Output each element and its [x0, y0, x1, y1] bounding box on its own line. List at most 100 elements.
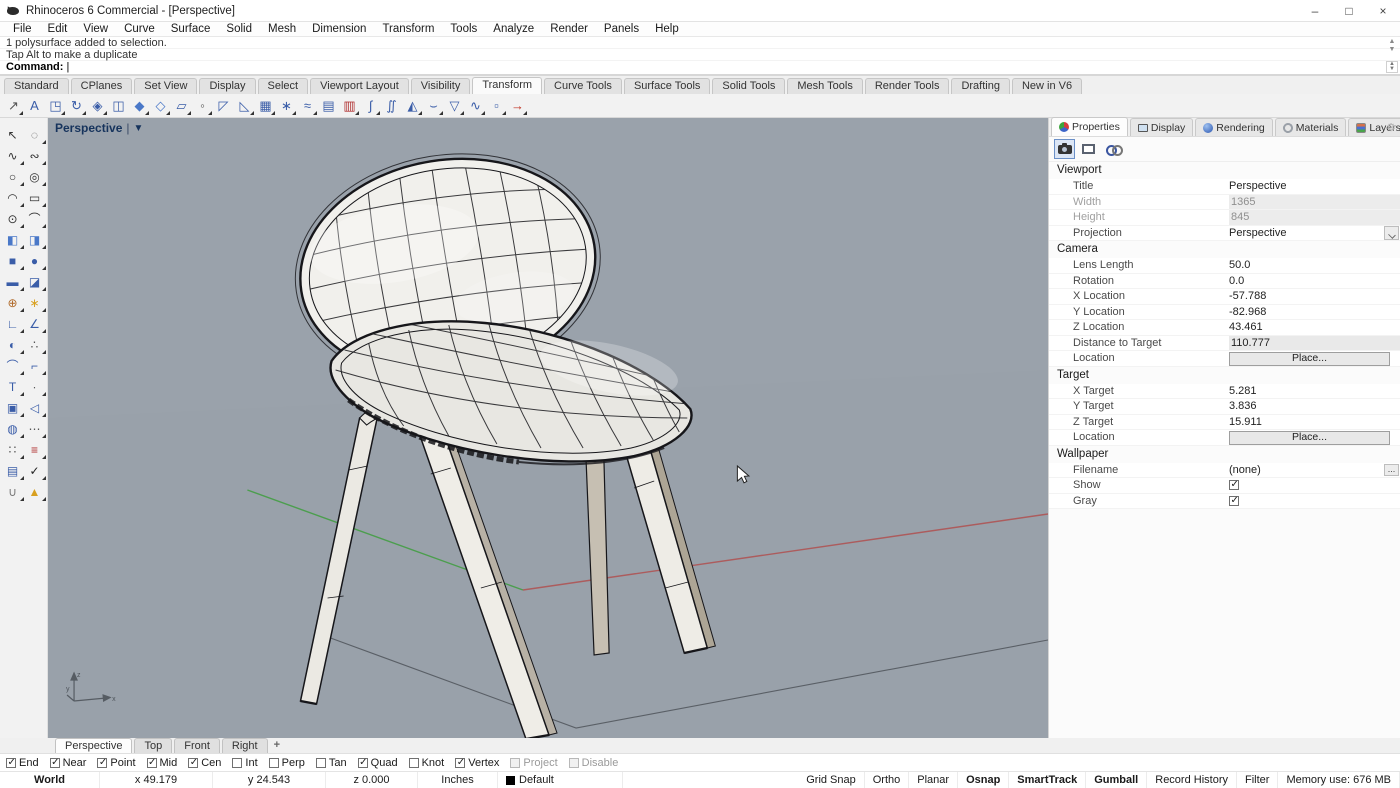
minimize-button[interactable]: – [1298, 0, 1332, 21]
mirror-icon[interactable]: ◫ [108, 95, 129, 116]
osnap-checkbox[interactable] [50, 758, 60, 768]
menu-item[interactable]: Curve [117, 23, 162, 35]
toolbar-tab[interactable]: Visibility [411, 78, 471, 94]
twist-icon[interactable]: ◭ [402, 95, 423, 116]
osnap-checkbox[interactable] [569, 758, 579, 768]
property-row[interactable]: Y Target 3.836 [1049, 399, 1400, 415]
property-value[interactable]: (none) [1229, 464, 1382, 476]
soft-move-icon[interactable]: A [24, 95, 45, 116]
property-row[interactable]: Distance to Target 110.777 [1049, 336, 1400, 352]
scroll-up-icon[interactable]: ▲ [1389, 38, 1396, 46]
status-segment[interactable]: Grid Snap [798, 772, 865, 788]
browse-button[interactable]: ... [1384, 464, 1399, 476]
project-object-icon[interactable]: → [507, 95, 528, 116]
property-value[interactable]: Perspective [1229, 180, 1382, 192]
property-row[interactable]: X Location -57.788 [1049, 289, 1400, 305]
sphere-icon[interactable]: ● [24, 250, 46, 271]
osnap-toggle[interactable]: Point [97, 757, 135, 769]
select-icon[interactable]: ↖ [2, 124, 24, 145]
osnap-checkbox[interactable] [455, 758, 465, 768]
shear-icon[interactable]: ▱ [171, 95, 192, 116]
property-row[interactable]: Y Location -82.968 [1049, 305, 1400, 321]
scroll-down-icon[interactable]: ▼ [1389, 46, 1396, 54]
status-segment[interactable]: Default [498, 772, 623, 788]
property-row[interactable]: Width 1365 [1049, 195, 1400, 211]
toolbar-tab[interactable]: Render Tools [865, 78, 950, 94]
property-value[interactable]: -82.968 [1229, 306, 1382, 318]
osnap-checkbox[interactable] [188, 758, 198, 768]
flow-surface-icon[interactable]: ∬ [381, 95, 402, 116]
property-row[interactable]: Z Location 43.461 [1049, 320, 1400, 336]
array-curve-icon[interactable]: ≈ [297, 95, 318, 116]
osnap-toggle[interactable]: Disable [569, 757, 619, 769]
taper-icon[interactable]: ▽ [444, 95, 465, 116]
scale-icon[interactable]: ◆ [129, 95, 150, 116]
property-row[interactable]: Location Place... Place... [1049, 430, 1400, 446]
viewport-menu-icon[interactable]: ▼ [134, 123, 144, 134]
orient-object-icon[interactable]: ◁ [24, 397, 46, 418]
flow-icon[interactable]: ∫ [360, 95, 381, 116]
panel-tab[interactable]: Display [1130, 118, 1193, 136]
pan-views-icon[interactable]: + [274, 738, 280, 753]
menu-item[interactable]: Analyze [486, 23, 541, 35]
property-row[interactable]: Show [1049, 478, 1400, 494]
group-icon[interactable]: ▣ [2, 397, 24, 418]
property-row[interactable]: Height 845 [1049, 210, 1400, 226]
deform-box-icon[interactable]: ◪ [24, 271, 46, 292]
notebook-icon[interactable]: ▤ [2, 460, 24, 481]
property-value[interactable]: 1365 [1229, 195, 1400, 210]
panel-tab[interactable]: Rendering [1195, 118, 1272, 136]
fillet-edge-icon[interactable]: ∟ [2, 313, 24, 334]
osnap-checkbox[interactable] [358, 758, 368, 768]
command-prompt[interactable]: Command: | [0, 61, 1400, 74]
viewport-tab[interactable]: Perspective [55, 738, 132, 753]
property-row[interactable]: X Target 5.281 [1049, 384, 1400, 400]
viewport-tab[interactable]: Front [174, 738, 220, 753]
property-value[interactable]: 110.777 [1229, 336, 1400, 351]
checkbox[interactable] [1229, 496, 1239, 506]
osnap-checkbox[interactable] [510, 758, 520, 768]
viewport-tab[interactable]: Top [134, 738, 172, 753]
cage-edit-icon[interactable]: ▫ [486, 95, 507, 116]
rectangle-icon[interactable]: ▭ [24, 187, 46, 208]
linear-array-icon[interactable]: ▥ [339, 95, 360, 116]
property-value[interactable]: 43.461 [1229, 321, 1382, 333]
status-segment[interactable]: Memory use: 676 MB [1278, 772, 1400, 788]
menu-item[interactable]: Edit [41, 23, 75, 35]
osnap-toggle[interactable]: Mid [147, 757, 178, 769]
osnap-toggle[interactable]: Int [232, 757, 257, 769]
place-button[interactable]: Place... [1229, 431, 1390, 445]
menu-item[interactable]: Tools [443, 23, 484, 35]
toolbar-tab[interactable]: Display [199, 78, 255, 94]
status-segment[interactable]: Record History [1147, 772, 1237, 788]
property-row[interactable]: Z Target 15.911 [1049, 415, 1400, 431]
menu-item[interactable]: Transform [375, 23, 441, 35]
menu-item[interactable]: Panels [597, 23, 646, 35]
status-segment[interactable]: x 49.179 [100, 772, 213, 788]
move-icon[interactable]: ↗ [3, 95, 24, 116]
osnap-checkbox[interactable] [269, 758, 279, 768]
panel-toolbar-button[interactable] [1102, 139, 1123, 159]
box-icon[interactable]: ■ [2, 250, 24, 271]
osnap-checkbox[interactable] [147, 758, 157, 768]
menu-item[interactable]: View [76, 23, 115, 35]
viewport-tab[interactable]: Right [222, 738, 268, 753]
command-spinner[interactable]: ▲▼ [1386, 61, 1398, 73]
property-value[interactable]: 3.836 [1229, 400, 1382, 412]
menu-item[interactable]: Surface [164, 23, 218, 35]
osnap-checkbox[interactable] [97, 758, 107, 768]
menu-item[interactable]: Mesh [261, 23, 303, 35]
center-circle-icon[interactable]: ⊙ [2, 208, 24, 229]
menu-item[interactable]: Solid [219, 23, 259, 35]
panel-toolbar-button[interactable] [1078, 139, 1099, 159]
bend-icon[interactable]: ⌣ [423, 95, 444, 116]
array-linear-icon[interactable]: ≡ [24, 439, 46, 460]
property-row[interactable]: Rotation 0.0 [1049, 274, 1400, 290]
viewport-canvas[interactable]: x y z [48, 118, 1048, 738]
fillet-corner-icon[interactable]: ⌐ [24, 355, 46, 376]
array-surface-icon[interactable]: ▤ [318, 95, 339, 116]
orient-icon[interactable]: ◦ [192, 95, 213, 116]
surface-icon[interactable]: ◧ [2, 229, 24, 250]
property-row[interactable]: Gray [1049, 494, 1400, 510]
array-icon[interactable]: ▦ [255, 95, 276, 116]
